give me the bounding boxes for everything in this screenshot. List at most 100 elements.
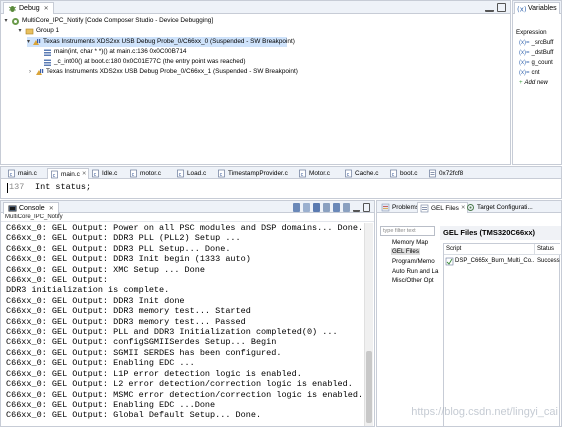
console-line: C66xx_0: GEL Output: PLL and DDR3 Initia… <box>6 327 338 338</box>
chevron-right-icon[interactable]: › <box>27 67 33 77</box>
word-wrap-icon[interactable] <box>323 203 330 212</box>
editor-tab[interactable]: c TimestampProvider.c <box>215 168 290 179</box>
console-line: C66xx_0: GEL Output: L1P error detection… <box>6 368 302 379</box>
add-new-expression[interactable]: + Add new <box>519 80 548 86</box>
category-memory-map[interactable]: Memory Map <box>391 239 429 246</box>
text-caret <box>7 183 8 193</box>
tree-core1[interactable]: › Texas Instruments XDS2xx USB Debug Pro… <box>27 67 298 77</box>
debug-toolbar <box>485 3 506 12</box>
c-file-icon: c <box>129 169 138 178</box>
tree-frame-boot[interactable]: _c_int00() at boot.c:180 0x0C01E77C (the… <box>43 57 245 67</box>
c-file-icon: c <box>91 169 100 178</box>
editor-tab[interactable]: c Cache.c <box>342 168 380 179</box>
clear-console-icon[interactable] <box>303 203 310 212</box>
right-tabbar: Problems GEL Files ✕ Target Configurati.… <box>377 201 561 213</box>
editor-tab[interactable]: 0x72fcf8 <box>426 168 465 179</box>
disassembly-icon <box>428 169 437 178</box>
column-header-script[interactable]: Script <box>444 244 535 255</box>
tree-root[interactable]: ▾ MultiCore_IPC_Notify [Code Composer St… <box>3 16 213 26</box>
pin-icon[interactable] <box>293 203 300 212</box>
category-misc-other[interactable]: Misc/Other Opt <box>391 277 435 284</box>
tree-root-label: MultiCore_IPC_Notify [Code Composer Stud… <box>22 17 214 24</box>
chevron-down-icon[interactable]: ▾ <box>17 26 23 36</box>
c-file-icon: c <box>389 169 398 178</box>
minimize-icon[interactable] <box>485 3 494 12</box>
editor-tab-active[interactable]: c main.c ✕ <box>47 168 90 179</box>
console-view: Console ✕ MultiCore_IPC_Notify C66xx_0: … <box>0 200 375 427</box>
c-file-icon: c <box>217 169 226 178</box>
thread-suspended-icon <box>35 68 44 77</box>
editor-tabbar: c main.c c main.c ✕ c Idle.c c motor.c c Load.… <box>1 167 561 179</box>
debug-view: Debug ✕ ▾ MultiCore_IPC_Notify [Code Com… <box>0 0 511 165</box>
tree-group-label: Group 1 <box>36 27 60 34</box>
tree-group[interactable]: ▾ Group 1 <box>17 26 59 36</box>
svg-text:(x): (x) <box>517 6 526 14</box>
svg-text:c: c <box>220 172 223 178</box>
category-auto-run[interactable]: Auto Run and La <box>391 268 439 275</box>
svg-text:c: c <box>94 172 97 178</box>
console-line: C66xx_0: GEL Output: DDR3 memory test...… <box>6 306 251 317</box>
tab-target-configurations[interactable]: Target Configurati... <box>464 202 535 213</box>
variable-row[interactable]: (x)= _dstBuff <box>519 50 553 56</box>
target-config-icon <box>466 203 475 212</box>
c-file-icon: c <box>7 169 16 178</box>
tab-debug[interactable]: Debug ✕ <box>3 2 54 14</box>
tab-variables-label: Variables <box>528 5 557 12</box>
debug-session-icon <box>11 17 20 26</box>
console-title: MultiCore_IPC_Notify <box>1 213 374 222</box>
gel-file-icon <box>420 204 429 213</box>
tab-problems[interactable]: Problems <box>379 202 421 213</box>
debug-tabbar: Debug ✕ <box>1 1 510 14</box>
maximize-icon[interactable] <box>497 3 506 12</box>
variable-row[interactable]: (x)= _srcBuff <box>519 40 553 46</box>
gel-script-status: Success <box>537 258 560 264</box>
editor-tab[interactable]: c Motor.c <box>296 168 332 179</box>
bug-icon <box>8 4 17 13</box>
close-icon[interactable]: ✕ <box>49 205 54 212</box>
console-output[interactable]: C66xx_0: GEL Output: Power on all PSC mo… <box>6 223 361 426</box>
console-scrollbar[interactable] <box>364 223 373 426</box>
column-header-status[interactable]: Status <box>535 244 561 255</box>
editor-tab[interactable]: c motor.c <box>127 168 163 179</box>
console-tabbar: Console ✕ <box>1 201 374 214</box>
scrollbar-thumb[interactable] <box>366 351 372 423</box>
close-icon[interactable]: ✕ <box>82 171 87 177</box>
filter-input[interactable]: type filter text <box>380 226 435 236</box>
chevron-down-icon[interactable]: ▾ <box>3 16 9 26</box>
console-toolbar <box>293 203 370 212</box>
display-console-icon[interactable] <box>333 203 340 212</box>
chevron-down-icon[interactable]: ▾ <box>27 37 30 47</box>
code-line[interactable]: 137 Int status; <box>1 181 561 193</box>
console-line: C66xx_0: GEL Output: configSGMIISerdes S… <box>6 337 277 348</box>
category-program-memory[interactable]: Program/Memo <box>391 258 436 265</box>
c-file-icon: c <box>344 169 353 178</box>
stack-frame-icon <box>43 48 52 57</box>
tree-core1-label: Texas Instruments XDS2xx USB Debug Probe… <box>46 68 298 75</box>
editor-tab[interactable]: c boot.c <box>387 168 419 179</box>
problems-icon <box>381 203 390 212</box>
variables-icon: (x) <box>517 4 526 14</box>
variables-tabbar: (x) Variables <box>513 1 561 14</box>
minimize-icon[interactable] <box>353 203 360 212</box>
tab-gel-files[interactable]: GEL Files ✕ <box>417 202 469 213</box>
new-console-icon[interactable] <box>343 203 350 212</box>
maximize-icon[interactable] <box>363 203 370 212</box>
tree-core0[interactable]: ▾ Texas Instruments XDS2xx USB Debug Pro… <box>27 37 295 47</box>
close-icon[interactable]: ✕ <box>44 5 49 12</box>
variable-row[interactable]: (x)= cnt <box>519 70 540 76</box>
c-file-icon: c <box>50 170 59 179</box>
editor-tab[interactable]: c main.c <box>5 168 39 179</box>
tree-frame-main[interactable]: main(int, char * *)() at main.c:136 0x0C… <box>43 47 187 57</box>
variable-row[interactable]: (x)= g_count <box>519 60 553 66</box>
tab-console-label: Console <box>19 205 45 212</box>
editor-tab[interactable]: c Idle.c <box>89 168 119 179</box>
tree-frame-boot-label: _c_int00() at boot.c:180 0x0C01E77C (the… <box>54 58 246 65</box>
tab-console[interactable]: Console ✕ <box>3 202 59 214</box>
scroll-lock-icon[interactable] <box>313 203 320 212</box>
tab-variables[interactable]: (x) Variables <box>514 2 560 14</box>
category-gel-files[interactable]: GEL Files <box>391 248 420 255</box>
editor-tab[interactable]: c Load.c <box>174 168 208 179</box>
svg-text:c: c <box>132 172 135 178</box>
line-number: 137 <box>7 182 25 193</box>
table-row[interactable]: DSP_C665x_Burn_Multi_Co... <box>445 256 534 266</box>
